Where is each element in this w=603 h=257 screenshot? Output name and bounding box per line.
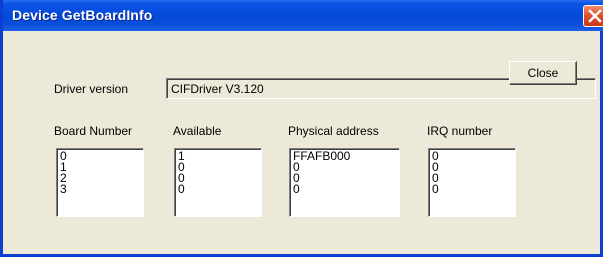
list-item[interactable]: 0 xyxy=(293,172,399,184)
board-number-list[interactable]: 0 1 2 3 xyxy=(56,148,144,217)
list-item[interactable]: 0 xyxy=(432,150,515,162)
column-label-irq-number: IRQ number xyxy=(427,124,493,138)
column-label-available: Available xyxy=(173,124,222,138)
list-item[interactable]: 0 xyxy=(432,183,515,195)
title-close-button[interactable] xyxy=(583,5,603,27)
device-getboardinfo-dialog: Device GetBoardInfo Driver version CIFDr… xyxy=(0,0,603,257)
available-list[interactable]: 1 0 0 0 xyxy=(174,148,262,217)
list-item[interactable]: 0 xyxy=(178,161,261,173)
list-item[interactable]: 1 xyxy=(178,150,261,162)
list-item[interactable]: 2 xyxy=(60,172,143,184)
list-item[interactable]: 0 xyxy=(432,172,515,184)
list-item[interactable]: 0 xyxy=(60,150,143,162)
column-label-board-number: Board Number xyxy=(54,124,133,138)
physical-address-list[interactable]: FFAFB000 0 0 0 xyxy=(289,148,400,217)
list-item[interactable]: 3 xyxy=(60,183,143,195)
list-item[interactable]: 0 xyxy=(293,183,399,195)
column-label-physical-address: Physical address xyxy=(288,124,379,138)
driver-version-label: Driver version xyxy=(54,82,129,96)
window-title: Device GetBoardInfo xyxy=(12,7,153,23)
irq-number-list[interactable]: 0 0 0 0 xyxy=(428,148,516,217)
list-item[interactable]: 0 xyxy=(432,161,515,173)
list-item[interactable]: 0 xyxy=(178,183,261,195)
list-item[interactable]: 0 xyxy=(178,172,261,184)
list-item[interactable]: 1 xyxy=(60,161,143,173)
list-item[interactable]: FFAFB000 xyxy=(293,150,399,162)
list-item[interactable]: 0 xyxy=(293,161,399,173)
close-icon xyxy=(588,9,602,23)
title-bar[interactable]: Device GetBoardInfo xyxy=(3,0,603,31)
close-button[interactable]: Close xyxy=(509,61,577,85)
